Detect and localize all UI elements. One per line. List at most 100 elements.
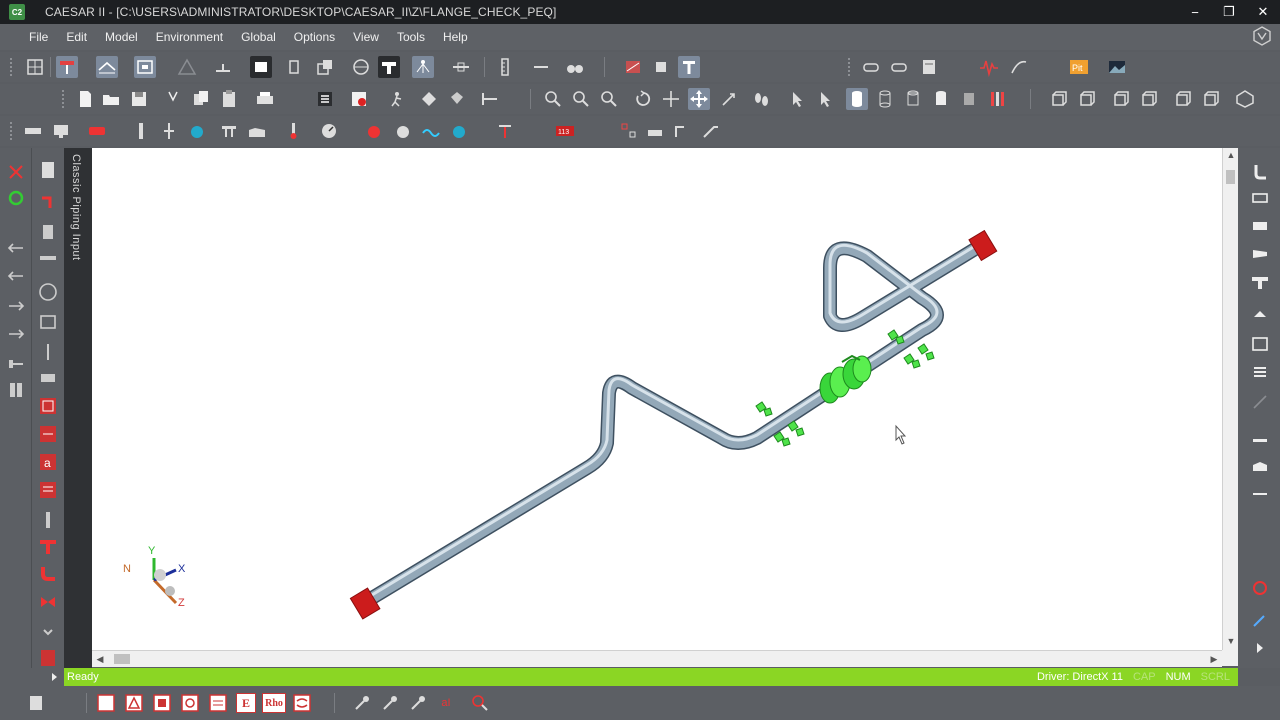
- list-icon[interactable]: [314, 88, 336, 110]
- error-check-icon[interactable]: [348, 88, 370, 110]
- solid-icon[interactable]: [930, 88, 952, 110]
- model-viewport[interactable]: Y N X Z: [92, 148, 1222, 650]
- thermometer-icon[interactable]: [282, 120, 304, 142]
- hanger-icon[interactable]: [96, 56, 118, 78]
- paste-icon[interactable]: [218, 88, 240, 110]
- view-back-icon[interactable]: [1076, 88, 1098, 110]
- split-icon[interactable]: [6, 380, 26, 400]
- select-icon[interactable]: [786, 88, 808, 110]
- elastic-modulus-button[interactable]: E: [236, 693, 256, 713]
- arrow-left-2-icon[interactable]: [6, 266, 26, 286]
- tag-icon[interactable]: [284, 56, 306, 78]
- hydro-icon[interactable]: [292, 693, 312, 713]
- displacement-icon[interactable]: [494, 120, 516, 142]
- weight-icon[interactable]: [392, 120, 414, 142]
- dash-right-icon[interactable]: [1250, 484, 1270, 504]
- zoom-window-icon[interactable]: [570, 88, 592, 110]
- view-iso-icon[interactable]: [1234, 88, 1256, 110]
- node-icon[interactable]: [212, 56, 234, 78]
- binoculars-icon[interactable]: [564, 56, 586, 78]
- view-left-icon[interactable]: [1172, 88, 1194, 110]
- print-icon[interactable]: [254, 88, 276, 110]
- cube-icon[interactable]: [650, 56, 672, 78]
- vertical-scrollbar[interactable]: ▲ ▼: [1222, 148, 1239, 650]
- translucent-icon[interactable]: [958, 88, 980, 110]
- load-red-icon[interactable]: [364, 120, 386, 142]
- arrow-down-icon[interactable]: [38, 624, 58, 644]
- tee-right-icon[interactable]: [1250, 272, 1270, 292]
- move-icon[interactable]: [688, 88, 710, 110]
- tee-display-icon[interactable]: [378, 56, 400, 78]
- copy-icon[interactable]: [190, 88, 212, 110]
- reducer-right-icon[interactable]: [1250, 244, 1270, 264]
- scroll-right-icon[interactable]: ▶: [1206, 652, 1222, 666]
- pipe-icon[interactable]: [22, 120, 44, 142]
- stiffener-icon[interactable]: [38, 368, 58, 388]
- copy-node-icon[interactable]: [314, 56, 336, 78]
- insert-node-icon[interactable]: [450, 56, 472, 78]
- list-right-icon[interactable]: [1250, 334, 1270, 354]
- stretch-icon[interactable]: [644, 120, 666, 142]
- status-expand[interactable]: [0, 668, 64, 686]
- sif-icon[interactable]: 113: [554, 120, 576, 142]
- arrow-right-2-icon[interactable]: [6, 324, 26, 344]
- collapse-up-icon[interactable]: [1250, 304, 1270, 324]
- view-top-icon[interactable]: [1110, 88, 1132, 110]
- probe-icon[interactable]: [352, 693, 372, 713]
- report-icon[interactable]: [918, 56, 940, 78]
- walk-icon[interactable]: [718, 88, 740, 110]
- menu-view[interactable]: View: [344, 30, 388, 44]
- view-bottom-icon[interactable]: [1138, 88, 1160, 110]
- text-tool-icon[interactable]: [678, 56, 700, 78]
- monitor-icon[interactable]: [50, 120, 72, 142]
- gyro-right-icon[interactable]: [1250, 578, 1270, 598]
- grid-icon[interactable]: [24, 56, 46, 78]
- save-icon[interactable]: [128, 88, 150, 110]
- cut-icon[interactable]: [162, 88, 184, 110]
- gauge-icon[interactable]: [318, 120, 340, 142]
- slab-icon[interactable]: [246, 120, 268, 142]
- valve-icon[interactable]: [38, 592, 58, 612]
- dimension-icon[interactable]: [6, 352, 26, 372]
- elbow-right-icon[interactable]: [1250, 162, 1270, 182]
- horizontal-scroll-thumb[interactable]: [114, 654, 130, 664]
- delete-icon[interactable]: [6, 162, 26, 182]
- reducer-icon[interactable]: [38, 248, 58, 268]
- status-expand-icon[interactable]: [0, 668, 64, 686]
- minimize-button[interactable]: −: [1178, 0, 1212, 24]
- color-stripe-icon[interactable]: [986, 88, 1008, 110]
- tee-icon[interactable]: [38, 536, 58, 556]
- hanger-spring-icon[interactable]: [38, 342, 58, 362]
- node-align-icon[interactable]: [618, 120, 640, 142]
- pan-icon[interactable]: [660, 88, 682, 110]
- document-icon[interactable]: [38, 160, 58, 180]
- cylinder-icon[interactable]: [846, 88, 868, 110]
- run-icon[interactable]: [386, 88, 408, 110]
- special-icon[interactable]: [96, 693, 116, 713]
- slab-right-icon[interactable]: [1250, 456, 1270, 476]
- expansion-joint-icon[interactable]: [86, 120, 108, 142]
- world-icon[interactable]: [38, 282, 58, 302]
- bend-tool-icon[interactable]: [700, 120, 722, 142]
- elbow-icon[interactable]: [38, 564, 58, 584]
- vertical-scroll-thumb[interactable]: [1226, 170, 1235, 184]
- menu-options[interactable]: Options: [285, 30, 344, 44]
- minus-right-icon[interactable]: [1250, 430, 1270, 450]
- structure-icon[interactable]: [158, 120, 180, 142]
- menu-tools[interactable]: Tools: [388, 30, 434, 44]
- new-file-icon[interactable]: [74, 88, 96, 110]
- menu-edit[interactable]: Edit: [57, 30, 96, 44]
- menu-file[interactable]: File: [20, 30, 57, 44]
- bend-up-icon[interactable]: [670, 120, 692, 142]
- menu-global[interactable]: Global: [232, 30, 285, 44]
- horizontal-scrollbar[interactable]: ◀ ▶: [92, 650, 1222, 667]
- load-table-icon[interactable]: [38, 480, 58, 500]
- footprints-icon[interactable]: [750, 88, 772, 110]
- probe-3-icon[interactable]: [408, 693, 428, 713]
- beam-element-icon[interactable]: [38, 510, 58, 530]
- cutout-icon[interactable]: [38, 312, 58, 332]
- warning-icon[interactable]: [176, 56, 198, 78]
- arrow-left-icon[interactable]: [6, 238, 26, 258]
- probe-2-icon[interactable]: [380, 693, 400, 713]
- scroll-left-icon[interactable]: ◀: [92, 652, 108, 666]
